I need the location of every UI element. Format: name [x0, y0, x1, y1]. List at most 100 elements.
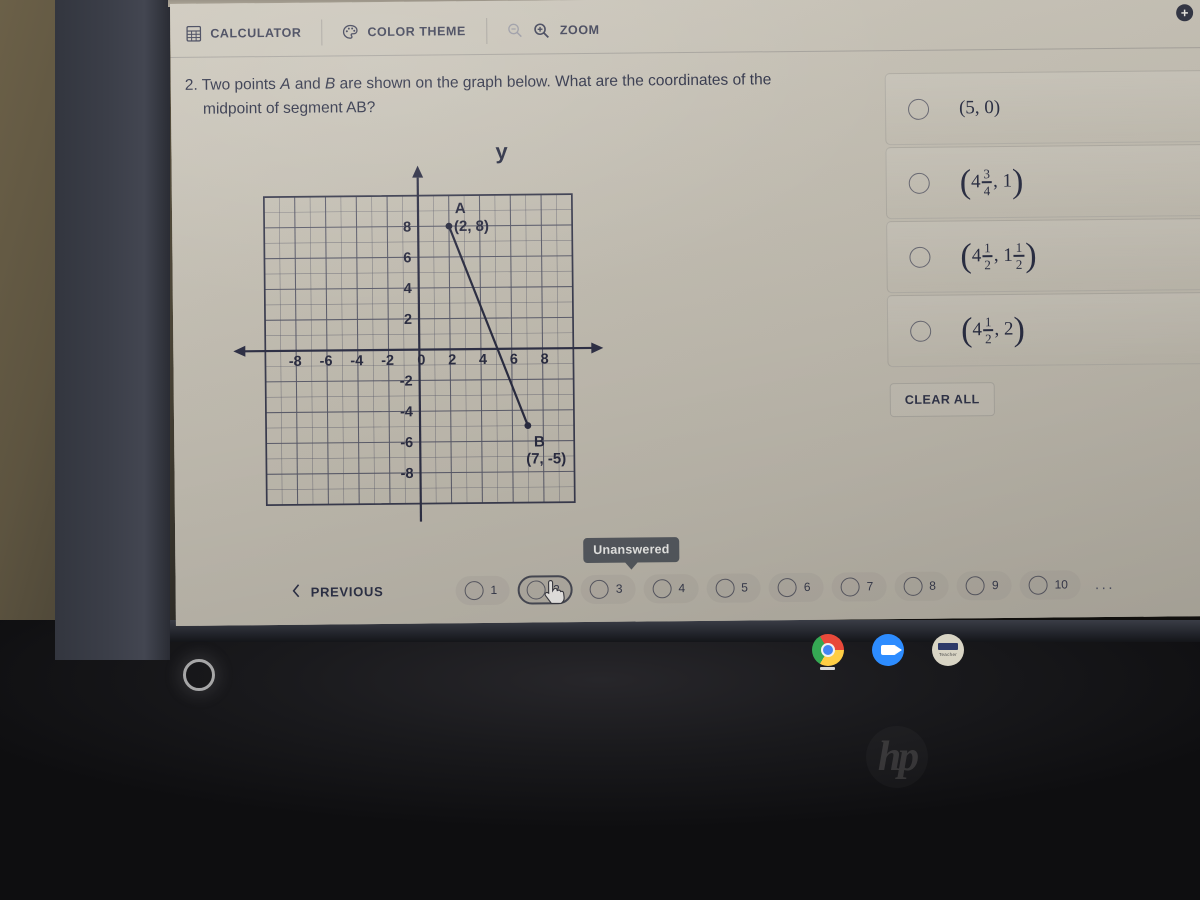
chevron-left-icon	[292, 583, 301, 600]
page-pill-label: 10	[1054, 577, 1069, 592]
magnifier-minus-icon[interactable]	[507, 23, 522, 38]
previous-button[interactable]: PREVIOUS	[292, 582, 384, 600]
graph-svg: -8 -6 -4 -2 0 2 4 6 88642-2-4-6-8 A(2, 8)B(7, -5…	[233, 165, 604, 522]
page-ellipsis: ...	[1094, 575, 1116, 593]
page-pill-9[interactable]: 9	[956, 570, 1012, 600]
radio-icon[interactable]	[908, 172, 930, 194]
svg-text:2: 2	[404, 312, 412, 328]
page-pills: 1 2 3 4 5 6 7 8 9 10...	[455, 569, 1116, 605]
clear-all-button[interactable]: CLEAR ALL	[889, 382, 995, 418]
laptop-bezel-left	[55, 0, 170, 660]
page-pill-7[interactable]: 7	[831, 571, 887, 602]
answer-option-1-text: (5, 0)	[958, 97, 1001, 119]
answer-option-2-text: (4 3 4, 1)	[959, 162, 1024, 201]
footer-nav: PREVIOUS 1 2 3 4 5 6 7 8 9 10...	[171, 552, 1200, 624]
color-theme-label: COLOR THEME	[367, 23, 466, 39]
answer-option-3-text: (4 1 2, 1 1 2)	[960, 236, 1037, 275]
point-a-var: A	[280, 75, 291, 93]
radio-icon[interactable]	[910, 320, 932, 342]
page-pill-label: 9	[991, 578, 999, 593]
docs-app-icon[interactable]: Teacher	[932, 634, 964, 666]
answer-option-3[interactable]: (4 1 2, 1 1 2)	[886, 218, 1200, 294]
question-text: 2. Two points A and B are shown on the g…	[185, 67, 865, 122]
page-pill-1[interactable]: 1	[455, 575, 511, 605]
svg-text:4: 4	[479, 352, 487, 368]
svg-text:6: 6	[403, 250, 411, 266]
svg-text:(2, 8): (2, 8)	[454, 218, 489, 235]
answer-options: (5, 0) (4 3 4, 1) (4 1 2, 1 1 2) (4 1 2, 2) CLEA…	[884, 70, 1200, 418]
page-pill-4[interactable]: 4	[643, 573, 699, 603]
svg-text:-2: -2	[381, 353, 394, 369]
radio-icon	[903, 576, 923, 596]
question-line1-b: and	[290, 75, 326, 93]
magnifier-plus-icon[interactable]	[533, 22, 549, 38]
svg-text:8: 8	[541, 351, 549, 367]
radio-icon	[840, 576, 860, 597]
svg-text:-8: -8	[401, 466, 414, 482]
answer-option-1[interactable]: (5, 0)	[884, 70, 1200, 146]
coordinate-graph: y -8 -6 -4 -2 0 2 4 6 8 8 6 4 2 -2 -4 -6 -8 A (2, 8) B (7, …	[227, 136, 751, 564]
answer-option-4-text: (4 1 2, 2)	[960, 310, 1025, 349]
svg-text:A: A	[455, 200, 466, 217]
page-pill-8[interactable]: 8	[894, 571, 950, 601]
page-pill-5[interactable]: 5	[706, 572, 762, 603]
page-pill-label: 3	[615, 581, 623, 596]
taskbar: Teacher	[812, 634, 964, 670]
svg-text:4: 4	[404, 281, 412, 297]
question-line1-c: are shown on the graph below. What are t…	[335, 71, 772, 93]
svg-text:-4: -4	[350, 353, 363, 369]
hp-logo: hp	[866, 726, 928, 788]
radio-icon	[464, 580, 484, 600]
page-pill-label: 2	[553, 582, 560, 597]
add-button[interactable]: +	[1176, 4, 1194, 22]
axes	[233, 165, 604, 522]
page-pill-2[interactable]: 2	[517, 574, 573, 605]
laptop-screen: CALCULATOR COLOR THEME ZOOM + 2. Two poi…	[170, 0, 1200, 626]
point-b-var: B	[324, 75, 336, 93]
answer-option-2[interactable]: (4 3 4, 1)	[885, 144, 1200, 220]
page-pill-label: 4	[678, 581, 686, 596]
radio-icon	[1028, 575, 1048, 595]
answer-option-4[interactable]: (4 1 2, 2)	[886, 292, 1200, 368]
page-pill-3[interactable]: 3	[580, 574, 636, 604]
color-theme-button[interactable]: COLOR THEME	[322, 13, 486, 49]
svg-text:B: B	[534, 433, 545, 450]
page-pill-label: 5	[741, 580, 748, 595]
page-pill-label: 8	[929, 578, 936, 593]
radio-icon[interactable]	[907, 98, 930, 120]
question-line1-a: Two points	[201, 75, 281, 94]
radio-icon	[589, 579, 609, 599]
zoom-app-icon[interactable]	[872, 634, 904, 666]
laptop-deck	[0, 620, 1200, 900]
svg-text:-6: -6	[320, 353, 333, 369]
zoom-controls[interactable]: ZOOM	[487, 12, 620, 47]
chrome-icon[interactable]	[812, 634, 844, 670]
page-pill-6[interactable]: 6	[768, 572, 824, 602]
calculator-icon	[186, 25, 202, 42]
radio-icon	[527, 579, 547, 600]
calculator-label: CALCULATOR	[210, 25, 302, 41]
power-indicator-icon	[183, 659, 215, 691]
svg-text:-6: -6	[400, 435, 413, 451]
radio-icon	[715, 578, 735, 598]
svg-text:2: 2	[448, 352, 456, 368]
svg-text:8: 8	[403, 219, 411, 235]
previous-label: PREVIOUS	[310, 583, 384, 600]
zoom-label: ZOOM	[559, 22, 600, 37]
palette-icon	[342, 24, 358, 40]
web-app: CALCULATOR COLOR THEME ZOOM + 2. Two poi…	[170, 0, 1200, 626]
radio-icon[interactable]	[909, 246, 931, 268]
radio-icon	[777, 577, 797, 597]
svg-text:-8: -8	[289, 354, 302, 370]
page-pill-label: 1	[490, 582, 498, 597]
svg-text:0: 0	[417, 353, 425, 369]
radio-icon	[652, 578, 672, 598]
question-number: 2.	[184, 76, 198, 94]
svg-text:6: 6	[510, 352, 518, 368]
svg-text:(7, -5): (7, -5)	[526, 450, 566, 467]
calculator-button[interactable]: CALCULATOR	[170, 15, 322, 50]
page-pill-label: 7	[866, 579, 874, 594]
page-pill-10[interactable]: 10	[1019, 569, 1082, 600]
svg-text:-2: -2	[400, 373, 413, 389]
radio-icon	[965, 575, 986, 595]
